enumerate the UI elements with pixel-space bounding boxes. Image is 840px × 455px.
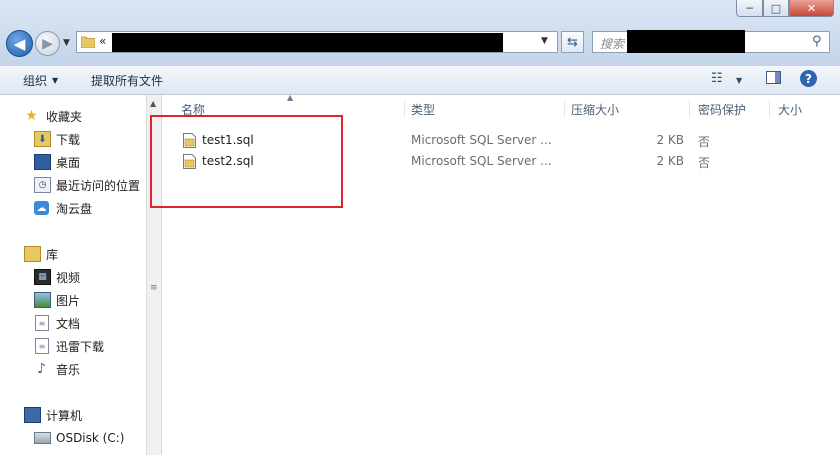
recent-pages-dropdown[interactable]: ▼ [63,38,70,48]
nav-group-label: 收藏夹 [46,109,83,124]
cloud-drive-icon: ☁ [34,201,49,215]
file-type: Microsoft SQL Server ... [411,154,552,168]
extract-all-button[interactable]: 提取所有文件 [91,72,163,89]
nav-item-label: 音乐 [56,362,81,377]
nav-group-label: 计算机 [46,408,83,423]
nav-item-cloud-drive[interactable]: ☁ 淘云盘 [0,197,146,219]
sort-ascending-icon: ▲ [287,93,294,102]
redacted-path [112,33,503,52]
folder-icon [81,36,95,48]
nav-item-label: 桌面 [56,155,81,170]
command-bar: 组织 ▼ 提取所有文件 ☷ ▼ ? [0,66,840,95]
redacted-search-scope [627,30,745,53]
scroll-grip-icon[interactable]: ≡ [150,283,158,293]
minimize-button[interactable]: ─ [736,0,763,17]
navigation-pane: ★ 收藏夹 ⬇ 下载 桌面 ◷ 最近访问的位置 ☁ 淘云盘 库 ▦ 视频 图片 … [0,95,146,455]
window-controls: ─ □ ✕ [736,0,834,18]
back-arrow-icon: ◀ [13,34,26,53]
forward-button[interactable]: ▶ [35,31,60,56]
computer-icon [24,407,41,423]
recent-places-icon: ◷ [34,177,51,193]
preview-pane-icon[interactable] [766,71,781,84]
nav-group-computer[interactable]: 计算机 [0,404,146,426]
forward-arrow-icon: ▶ [42,35,53,52]
nav-item-videos[interactable]: ▦ 视频 [0,266,146,288]
thunder-download-icon: ≡ [35,338,49,354]
nav-item-label: OSDisk (C:) [56,431,125,445]
address-bar[interactable]: « ▼ [76,31,558,53]
file-compressed-size: 2 KB [656,133,684,147]
music-icon: ♪ [37,361,46,377]
column-header-type[interactable]: 类型 [411,98,435,120]
nav-item-label: 视频 [56,270,81,285]
file-password-protected: 否 [698,135,711,149]
refresh-button[interactable]: ⇆ [561,31,584,53]
column-header-password[interactable]: 密码保护 [698,98,746,120]
document-icon: ≡ [35,315,49,331]
column-header-compressed-size[interactable]: 压缩大小 [571,98,619,120]
picture-icon [34,292,51,308]
refresh-icon: ⇆ [567,34,578,50]
nav-item-label: 文档 [56,316,81,331]
nav-item-pictures[interactable]: 图片 [0,289,146,311]
nav-item-label: 最近访问的位置 [56,178,141,193]
search-icon[interactable]: ⚲ [812,34,822,49]
library-icon [24,246,41,262]
nav-group-favorites[interactable]: ★ 收藏夹 [0,105,146,127]
nav-item-desktop[interactable]: 桌面 [0,151,146,173]
file-type: Microsoft SQL Server ... [411,133,552,147]
organize-button[interactable]: 组织 [23,72,47,89]
desktop-icon [34,154,51,170]
search-placeholder: 搜索 [600,37,625,51]
nav-item-thunder-download[interactable]: ≡ 迅雷下载 [0,335,146,357]
address-dropdown-icon[interactable]: ▼ [541,36,548,46]
nav-group-libraries[interactable]: 库 [0,243,146,265]
title-bar: ─ □ ✕ ◀ ▶ ▼ « ▼ ⇆ 搜索 ⚲ [0,0,840,67]
back-button[interactable]: ◀ [6,30,33,57]
file-compressed-size: 2 KB [656,154,684,168]
nav-item-label: 迅雷下载 [56,339,105,354]
chevron-down-icon[interactable]: ▼ [736,76,742,85]
nav-item-label: 图片 [56,293,81,308]
breadcrumb-overflow[interactable]: « [99,34,106,48]
nav-item-music[interactable]: ♪ 音乐 [0,358,146,380]
nav-item-label: 下载 [56,132,81,147]
column-divider[interactable] [689,100,690,118]
star-icon: ★ [25,108,38,124]
download-folder-icon: ⬇ [34,131,51,147]
file-password-protected: 否 [698,156,711,170]
nav-item-osdisk[interactable]: OSDisk (C:) [0,427,146,449]
column-divider[interactable] [564,100,565,118]
nav-item-recent-places[interactable]: ◷ 最近访问的位置 [0,174,146,196]
disk-icon [34,432,51,444]
view-options-icon[interactable]: ☷ [711,71,723,86]
column-header-size[interactable]: 大小 [778,98,802,120]
search-box[interactable]: 搜索 ⚲ [592,30,830,53]
nav-item-documents[interactable]: ≡ 文档 [0,312,146,334]
column-divider[interactable] [404,100,405,118]
nav-item-downloads[interactable]: ⬇ 下载 [0,128,146,150]
column-divider[interactable] [769,100,770,118]
chevron-down-icon: ▼ [52,76,59,85]
highlight-annotation-box [150,115,343,208]
scroll-up-icon[interactable]: ▲ [150,99,156,108]
maximize-button[interactable]: □ [763,0,789,17]
nav-item-label: 淘云盘 [56,201,93,216]
nav-group-label: 库 [46,247,59,262]
close-button[interactable]: ✕ [789,0,834,17]
video-icon: ▦ [34,269,51,285]
help-icon[interactable]: ? [800,70,817,87]
